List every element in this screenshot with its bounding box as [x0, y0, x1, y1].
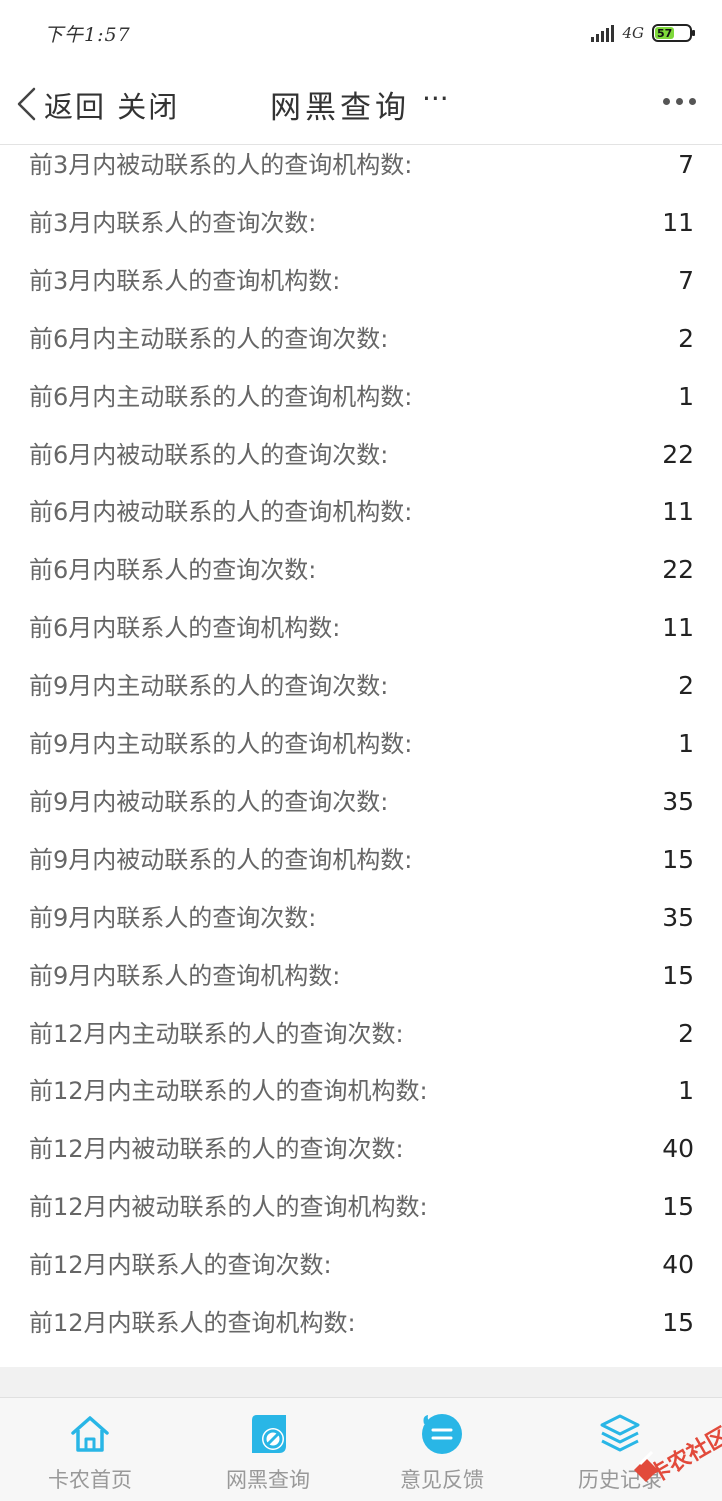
row-label: 前9月内联系人的查询次数:	[29, 903, 317, 932]
row-value: 40	[662, 1250, 694, 1280]
result-row: 前9月内联系人的查询机构数: 15	[0, 956, 722, 1014]
network-label: 4G	[622, 24, 644, 42]
row-label: 前12月内主动联系的人的查询次数:	[29, 1019, 404, 1048]
row-value: 35	[662, 786, 694, 816]
signal-icon	[591, 24, 615, 42]
row-label: 前12月内联系人的查询机构数:	[29, 1309, 356, 1337]
back-button[interactable]: 返回	[44, 90, 106, 124]
row-value: 22	[662, 555, 694, 585]
tab-label: 意见反馈	[400, 1468, 484, 1492]
result-row: 前12月内主动联系的人的查询机构数: 1	[0, 1071, 722, 1129]
row-label: 前9月内联系人的查询机构数:	[29, 961, 341, 990]
tab-feedback[interactable]: 意见反馈	[352, 1398, 532, 1501]
row-label: 前9月内被动联系的人的查询次数:	[29, 787, 389, 816]
result-row: 前6月内被动联系的人的查询机构数: 11	[0, 492, 722, 550]
row-label: 前12月内联系人的查询次数:	[29, 1251, 332, 1280]
row-label: 前12月内被动联系的人的查询次数:	[29, 1135, 404, 1164]
row-label: 前6月内被动联系的人的查询机构数:	[29, 498, 413, 527]
result-row: 前6月内联系人的查询次数: 22	[0, 550, 722, 608]
result-row: 前3月内被动联系的人的查询机构数: 7	[0, 145, 722, 203]
row-label: 前12月内被动联系的人的查询机构数:	[29, 1193, 428, 1222]
result-row: 前6月内联系人的查询机构数: 11	[0, 608, 722, 666]
status-indicators: 4G 57	[591, 20, 695, 46]
more-options-icon[interactable]	[663, 98, 696, 105]
row-label: 前9月内被动联系的人的查询机构数:	[29, 845, 413, 874]
nav-bar: 返回 关闭 网黑查询 ···	[0, 64, 722, 145]
result-row: 前12月内被动联系的人的查询次数: 40	[0, 1129, 722, 1187]
row-value: 15	[662, 1192, 694, 1222]
row-value: 11	[662, 613, 694, 643]
row-value: 15	[662, 960, 694, 990]
row-label: 前3月内联系人的查询机构数:	[29, 266, 341, 295]
row-value: 22	[662, 439, 694, 469]
row-label: 前6月内联系人的查询次数:	[29, 556, 317, 585]
page-title: 网黑查询	[270, 90, 410, 126]
row-value: 35	[662, 902, 694, 932]
result-row: 前12月内联系人的查询机构数: 15	[0, 1303, 722, 1361]
row-value: 11	[662, 207, 694, 237]
row-label: 前3月内联系人的查询次数:	[29, 208, 317, 237]
result-row: 前12月内被动联系的人的查询机构数: 15	[0, 1187, 722, 1245]
battery-icon: 57	[652, 24, 695, 42]
row-value: 15	[662, 1308, 694, 1337]
query-icon	[252, 1415, 286, 1453]
status-bar: 下午1:57 4G 57	[0, 0, 722, 64]
query-result-list: 前3月内被动联系的人的查询机构数: 7 前3月内联系人的查询次数: 11 前3月内联系人…	[0, 145, 722, 1367]
row-value: 7	[678, 265, 694, 295]
row-value: 1	[678, 1076, 694, 1106]
result-row: 前12月内主动联系的人的查询次数: 2	[0, 1014, 722, 1072]
row-label: 前9月内主动联系的人的查询机构数:	[29, 730, 413, 758]
result-row: 前6月内被动联系的人的查询次数: 22	[0, 435, 722, 493]
nav-left-actions: 返回 关闭	[44, 84, 179, 126]
row-value: 2	[678, 323, 694, 353]
result-row: 前9月内主动联系的人的查询机构数: 1	[0, 724, 722, 782]
row-value: 2	[678, 1018, 694, 1048]
bottom-tab-bar: 卡农首页 网黑查询 意见反馈 历史记录	[0, 1397, 722, 1501]
close-button[interactable]: 关闭	[117, 90, 179, 124]
row-value: 7	[678, 150, 694, 179]
back-chevron-icon[interactable]	[14, 86, 42, 122]
feedback-icon	[422, 1414, 462, 1454]
row-value: 40	[662, 1134, 694, 1164]
result-row: 前9月内联系人的查询次数: 35	[0, 898, 722, 956]
row-value: 15	[662, 844, 694, 874]
status-time: 下午1:57	[44, 24, 131, 46]
divider-band	[0, 1367, 722, 1397]
tab-home[interactable]: 卡农首页	[0, 1398, 180, 1501]
result-row: 前6月内主动联系的人的查询次数: 2	[0, 319, 722, 377]
row-label: 前9月内主动联系的人的查询次数:	[29, 672, 389, 701]
row-label: 前6月内主动联系的人的查询机构数:	[29, 382, 413, 411]
row-label: 前6月内主动联系的人的查询次数:	[29, 324, 389, 353]
result-row: 前3月内联系人的查询次数: 11	[0, 203, 722, 261]
tab-query[interactable]: 网黑查询	[178, 1398, 358, 1501]
row-label: 前6月内被动联系的人的查询次数:	[29, 440, 389, 469]
result-row: 前12月内联系人的查询次数: 40	[0, 1245, 722, 1303]
row-value: 1	[678, 381, 694, 411]
result-row: 前9月内主动联系的人的查询次数: 2	[0, 666, 722, 724]
title-ellipsis: ···	[422, 82, 449, 115]
row-value: 11	[662, 497, 694, 527]
row-label: 前12月内主动联系的人的查询机构数:	[29, 1077, 428, 1106]
home-icon	[71, 1416, 109, 1452]
tab-label: 网黑查询	[226, 1468, 310, 1492]
result-row: 前9月内被动联系的人的查询机构数: 15	[0, 840, 722, 898]
row-value: 1	[678, 729, 694, 758]
row-label: 前6月内联系人的查询机构数:	[29, 614, 341, 643]
result-row: 前6月内主动联系的人的查询机构数: 1	[0, 377, 722, 435]
tab-label: 卡农首页	[48, 1468, 132, 1492]
result-row: 前9月内被动联系的人的查询次数: 35	[0, 782, 722, 840]
battery-level: 57	[655, 27, 675, 40]
result-row: 前3月内联系人的查询机构数: 7	[0, 261, 722, 319]
row-label: 前3月内被动联系的人的查询机构数:	[29, 151, 413, 179]
row-value: 2	[678, 671, 694, 701]
